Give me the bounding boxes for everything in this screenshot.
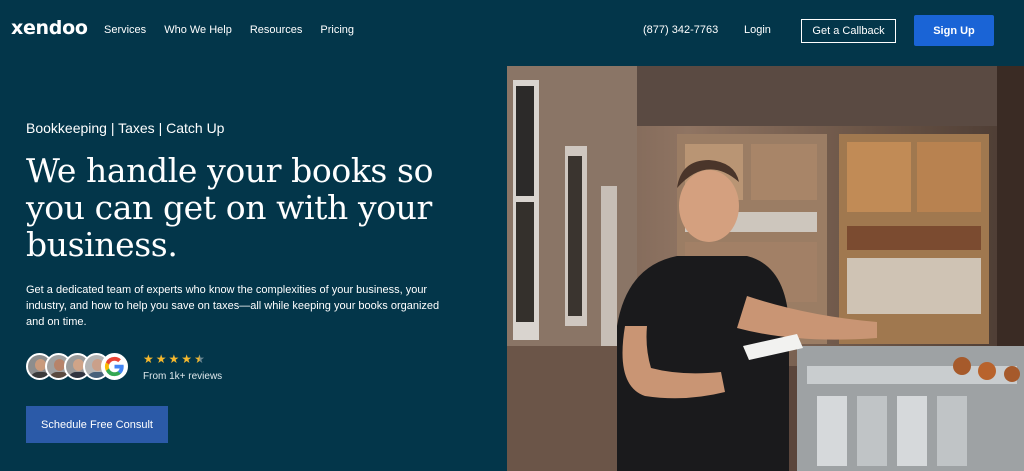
star-icon: ★ [168,352,180,366]
nav-pricing[interactable]: Pricing [320,24,354,36]
phone-link[interactable]: (877) 342-7763 [643,24,718,36]
rating-stars: ★ ★ ★ ★ ★ [143,352,205,366]
sign-up-button[interactable]: Sign Up [914,15,994,46]
star-icon: ★ [181,352,193,366]
nav-resources[interactable]: Resources [250,24,303,36]
half-star-icon: ★ [194,352,205,366]
reviews-count: From 1k+ reviews [143,371,223,382]
google-icon [101,353,128,380]
nav-services[interactable]: Services [104,24,146,36]
schedule-consult-button[interactable]: Schedule Free Consult [26,406,168,443]
login-link[interactable]: Login [744,24,771,36]
warehouse-worker-illustration [507,66,1024,471]
star-icon: ★ [155,352,167,366]
hero-subcopy: Get a dedicated team of experts who know… [26,284,440,328]
customer-avatars [26,353,136,381]
star-icon: ★ [143,352,154,366]
hero-headline: We handle your books so you can get on w… [26,151,434,264]
site-header: xendoo Services Who We Help Resources Pr… [0,0,1024,62]
main-nav: Services Who We Help Resources Pricing [104,24,372,36]
hero-eyebrow: Bookkeeping | Taxes | Catch Up [26,120,225,136]
nav-who-we-help[interactable]: Who We Help [164,24,232,36]
xendoo-logo[interactable]: xendoo [11,17,88,39]
hero-photo [507,66,1024,471]
get-callback-button[interactable]: Get a Callback [801,19,896,43]
